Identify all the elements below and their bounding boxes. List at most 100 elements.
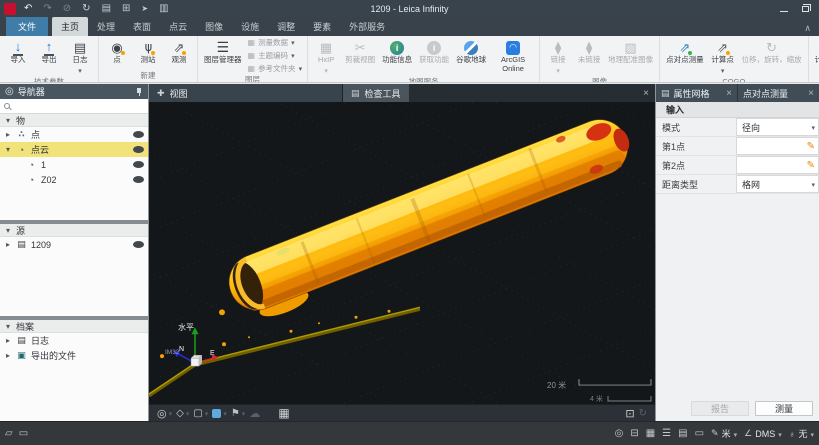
expander-icon[interactable] (4, 145, 12, 154)
distance-unit-selector[interactable]: 米 (711, 427, 737, 440)
tree-item-journal[interactable]: 日志 (0, 333, 148, 348)
arcgis-online-button[interactable]: ArcGIS Online (490, 37, 536, 76)
tab-imaging[interactable]: 图像 (196, 17, 232, 36)
tab-point-to-point[interactable]: 点对点测量 (738, 84, 819, 102)
new-station-button[interactable]: 测站 (133, 37, 163, 70)
background-button[interactable] (193, 408, 208, 419)
unlink-image-button[interactable]: 未链接 (574, 37, 604, 76)
new-observation-button[interactable]: 观测 (164, 37, 194, 70)
close-icon[interactable] (726, 88, 732, 99)
expander-icon[interactable] (4, 226, 12, 235)
export-button[interactable]: 导出 (34, 37, 64, 76)
measurement-data-layer-item[interactable]: 测量数据 (248, 37, 303, 48)
tunnel-point-cloud[interactable] (221, 111, 642, 329)
journal-button[interactable]: 日志 (65, 37, 95, 76)
print-icon[interactable] (159, 4, 168, 14)
expander-icon[interactable] (4, 240, 12, 249)
status-view-icon[interactable] (615, 429, 624, 439)
tab-external-services[interactable]: 外部服务 (340, 17, 394, 36)
new-point-button[interactable]: 点 (102, 37, 132, 70)
close-icon[interactable] (637, 84, 655, 102)
restore-button[interactable] (802, 6, 809, 12)
reference-folder-layer-item[interactable]: 参考文件夹 (248, 63, 303, 74)
display-settings-button[interactable] (157, 407, 172, 420)
tree-item-point-clouds[interactable]: 点云 (0, 142, 148, 157)
google-earth-button[interactable]: 谷歌地球 (453, 37, 489, 76)
tab-infrastructure[interactable]: 设施 (232, 17, 268, 36)
view-mode-button[interactable] (176, 408, 189, 419)
layout-window-icon[interactable] (5, 429, 13, 439)
pick-pencil-icon[interactable] (807, 160, 815, 171)
cube-view-button[interactable] (212, 408, 227, 418)
tree-item-cloud-1[interactable]: 1 (0, 157, 148, 172)
visibility-eye-icon[interactable] (133, 146, 144, 153)
compute-project-coordinates-button[interactable]: 计算项目坐标 (812, 37, 819, 70)
section-archive[interactable]: 档案 (0, 320, 148, 333)
visibility-eye-icon[interactable] (133, 161, 144, 168)
expander-icon[interactable] (4, 351, 12, 360)
section-objects[interactable]: 物 (0, 114, 148, 127)
import-button[interactable]: 导入 (3, 37, 33, 76)
cloud-display-button[interactable] (249, 407, 260, 420)
pick-pencil-icon[interactable] (807, 141, 815, 152)
report-button[interactable]: 报告 (691, 401, 749, 416)
measure-button[interactable]: 测量 (755, 401, 813, 416)
tab-adjustments[interactable]: 调整 (268, 17, 304, 36)
point1-field[interactable] (736, 137, 819, 155)
tab-property-grid[interactable]: 属性网格 (656, 84, 738, 102)
hxip-button[interactable]: HxIP (311, 37, 341, 76)
point2-field[interactable] (736, 156, 819, 174)
minimize-button[interactable] (780, 11, 788, 12)
crs-selector[interactable]: 无 (789, 427, 814, 440)
report-icon[interactable] (102, 4, 111, 14)
tab-inspection-tools[interactable]: 检查工具 (342, 84, 409, 102)
viewport-3d[interactable]: 水平 N E IM32 20 米 4 米 (149, 102, 655, 404)
tab-processing[interactable]: 处理 (88, 17, 124, 36)
tree-item-exported-files[interactable]: 导出的文件 (0, 348, 148, 363)
collapse-ribbon-icon[interactable] (804, 23, 811, 36)
tab-file[interactable]: 文件 (6, 17, 48, 36)
point-to-point-measure-button[interactable]: 点对点测量 (663, 37, 707, 76)
layer-manager-button[interactable]: 图层管理器 (201, 37, 245, 74)
section-source[interactable]: 源 (0, 224, 148, 237)
visibility-eye-icon[interactable] (133, 131, 144, 138)
visibility-eye-icon[interactable] (133, 176, 144, 183)
angle-unit-selector[interactable]: DMS (744, 428, 782, 439)
tab-features[interactable]: 要素 (304, 17, 340, 36)
layout-panel-icon[interactable] (19, 429, 28, 439)
delete-icon[interactable] (63, 4, 71, 14)
status-window-icon[interactable] (630, 429, 638, 439)
leica-logo-icon[interactable] (4, 3, 16, 15)
tree-item-cloud-z02[interactable]: Z02 (0, 172, 148, 187)
feature-info-button[interactable]: 功能信息 (379, 37, 415, 76)
refresh-icon[interactable] (82, 4, 90, 14)
zoom-fit-button[interactable] (625, 407, 634, 420)
get-features-button[interactable]: 获取功能 (416, 37, 452, 76)
clip-view-button[interactable]: 剪裁视图 (342, 37, 378, 76)
tree-item-1209[interactable]: 1209 (0, 237, 148, 252)
pin-icon[interactable] (135, 87, 143, 97)
status-layers-icon[interactable] (662, 429, 671, 439)
annotation-button[interactable] (231, 408, 245, 419)
georeferenced-image-button[interactable]: 地理配准图像 (605, 37, 656, 76)
tree-item-points[interactable]: 点 (0, 127, 148, 142)
status-report-icon[interactable] (678, 429, 687, 439)
grid-toggle-button[interactable] (278, 406, 289, 420)
tab-home[interactable]: 主页 (52, 17, 88, 36)
send-icon[interactable] (141, 4, 148, 14)
status-folder-icon[interactable] (695, 429, 704, 439)
redo-icon[interactable] (43, 4, 51, 14)
expander-icon[interactable] (4, 322, 12, 331)
status-grid-icon[interactable] (646, 429, 655, 439)
link-image-button[interactable]: 链接 (543, 37, 573, 76)
tab-point-clouds[interactable]: 点云 (160, 17, 196, 36)
thematic-coding-layer-item[interactable]: 主题编码 (248, 50, 303, 61)
undo-icon[interactable] (24, 4, 32, 14)
distance-type-select[interactable]: 格网 (736, 175, 819, 193)
expander-icon[interactable] (4, 336, 12, 345)
visibility-eye-icon[interactable] (133, 241, 144, 248)
search-input[interactable] (14, 101, 144, 111)
expander-icon[interactable] (4, 130, 12, 139)
window-layout-icon[interactable] (122, 4, 130, 14)
refresh-view-button[interactable] (639, 408, 647, 419)
